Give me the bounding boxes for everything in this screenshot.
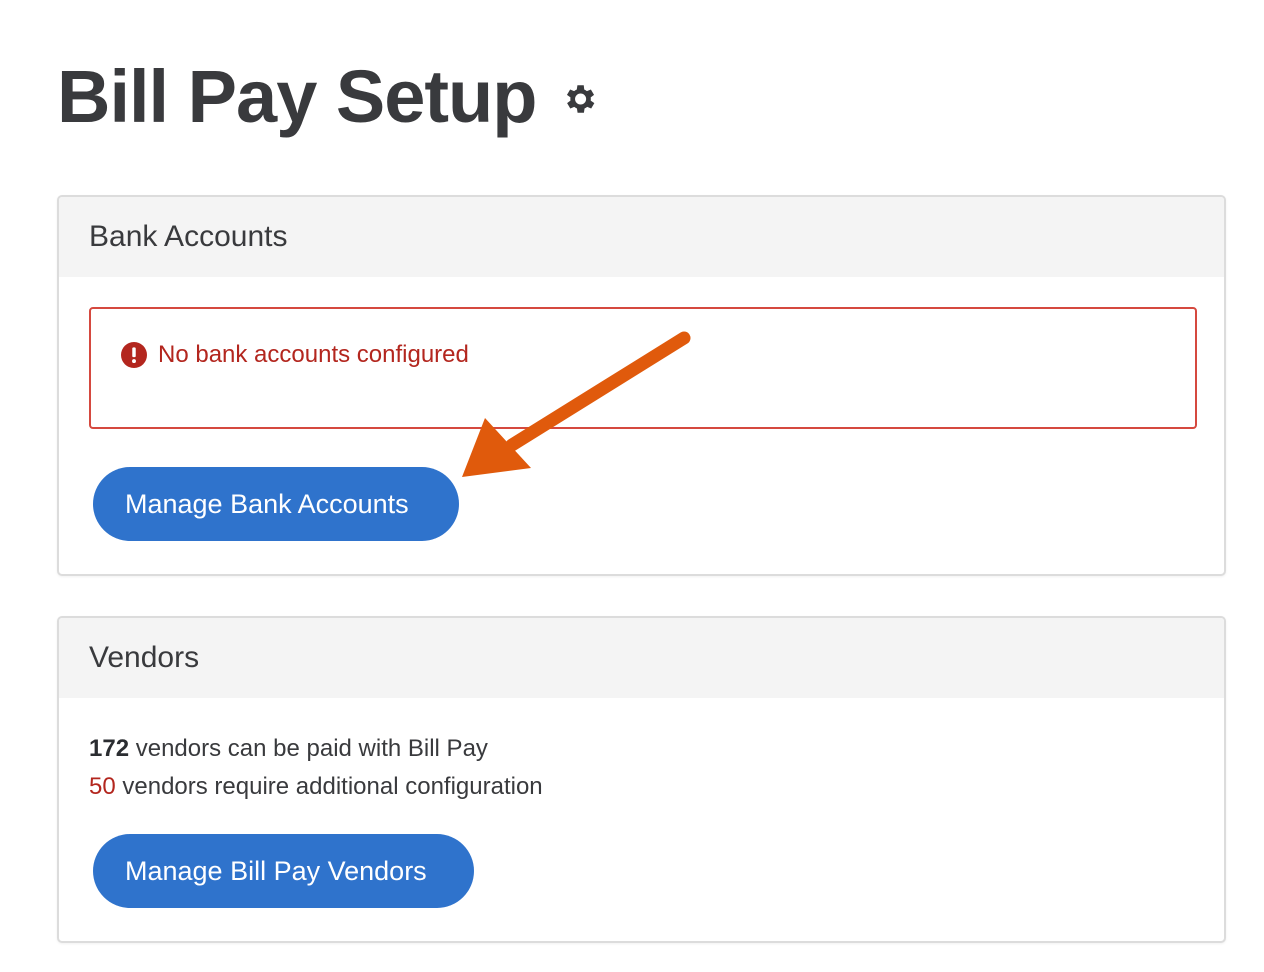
config-vendors-text: vendors require additional configuration [115,773,543,800]
payable-vendors-line: 172 vendors can be paid with Bill Pay [89,730,543,768]
gear-icon[interactable] [560,80,598,118]
manage-bill-pay-vendors-button[interactable]: Manage Bill Pay Vendors [93,834,474,908]
bill-pay-setup-page: Bill Pay Setup Bank Accounts No bank acc… [0,0,1264,972]
no-bank-accounts-alert: No bank accounts configured [89,307,1197,429]
vendors-card: Vendors 172 vendors can be paid with Bil… [57,616,1226,943]
manage-bank-accounts-button[interactable]: Manage Bank Accounts [93,467,459,541]
title-row: Bill Pay Setup [57,52,598,142]
bank-accounts-header: Bank Accounts [59,197,1224,277]
payable-vendors-count: 172 [89,735,130,762]
config-vendors-line: 50 vendors require additional configurat… [89,768,543,806]
vendors-header: Vendors [59,618,1224,698]
error-icon [121,342,147,368]
page-title: Bill Pay Setup [57,55,537,138]
config-vendors-count: 50 [89,773,116,800]
alert-message: No bank accounts configured [158,341,469,368]
payable-vendors-text: vendors can be paid with Bill Pay [129,735,488,762]
vendor-summary: 172 vendors can be paid with Bill Pay 50… [89,730,543,806]
bank-accounts-card: Bank Accounts No bank accounts configure… [57,195,1226,576]
alert-row: No bank accounts configured [121,341,469,369]
